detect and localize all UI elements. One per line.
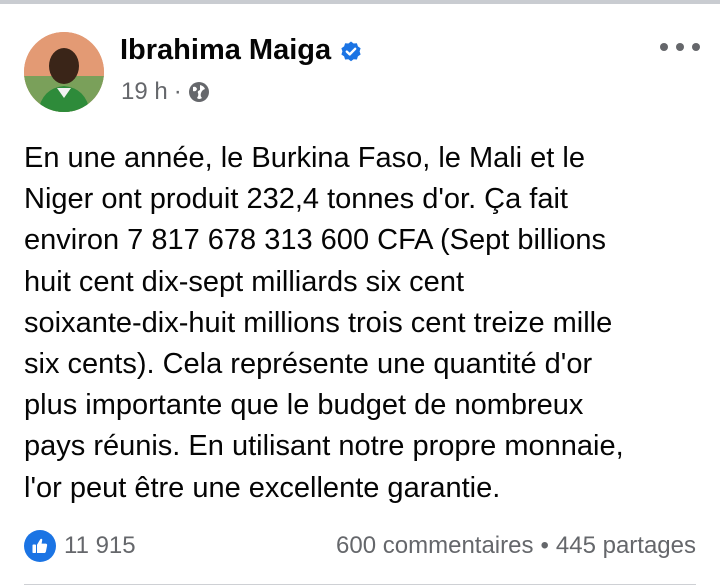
avatar-image (24, 32, 104, 112)
post-body-line: six cents). Cela représente une quantité… (24, 348, 593, 381)
post-body-line: environ 7 817 678 313 600 CFA (Sept bill… (24, 224, 607, 257)
post-body-line: soixante-dix-huit millions trois cent tr… (24, 306, 613, 339)
post-card: Ibrahima Maiga 19 h · En une année, le B… (0, 4, 720, 587)
stats-separator: • (540, 532, 549, 559)
post-body-line: l'or peut être une excellente garantie. (24, 471, 501, 504)
more-dot (692, 43, 700, 51)
reaction-count: 11 915 (64, 532, 136, 559)
author-header: Ibrahima Maiga (120, 34, 363, 67)
more-dot (676, 43, 684, 51)
meta-separator: · (173, 78, 182, 105)
avatar[interactable] (24, 32, 104, 112)
post-footer: 11 915 600 commentaires • 445 partages (24, 526, 696, 566)
reactions-summary[interactable]: 11 915 (24, 530, 136, 562)
post-body-line: huit cent dix-sept milliards six cent (24, 265, 464, 298)
post-body-line: pays réunis. En utilisant notre propre m… (24, 430, 624, 463)
more-options-icon[interactable] (660, 32, 700, 62)
like-icon (24, 530, 56, 562)
engagement-stats: 600 commentaires • 445 partages (336, 532, 696, 560)
globe-icon[interactable] (188, 81, 210, 103)
author-name[interactable]: Ibrahima Maiga (120, 34, 331, 67)
post-body-line: En une année, le Burkina Faso, le Mali e… (24, 142, 585, 174)
post-body: En une année, le Burkina Faso, le Mali e… (24, 138, 704, 509)
bottom-divider (24, 584, 696, 585)
shares-count[interactable]: 445 partages (556, 532, 696, 560)
verified-badge-icon (339, 39, 363, 63)
more-dot (660, 43, 668, 51)
post-timestamp[interactable]: 19 h (121, 78, 168, 106)
post-body-line: plus importante que le budget de nombreu… (24, 389, 584, 422)
post-body-line: Niger ont produit 232,4 tonnes d'or. Ça … (24, 183, 568, 216)
comments-count[interactable]: 600 commentaires (336, 532, 533, 560)
post-meta: 19 h · (121, 78, 210, 106)
